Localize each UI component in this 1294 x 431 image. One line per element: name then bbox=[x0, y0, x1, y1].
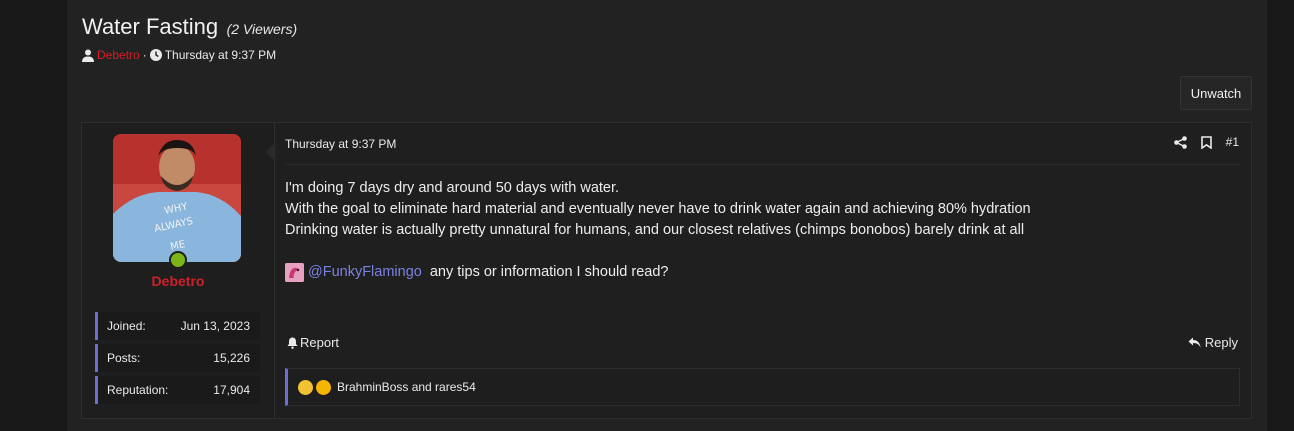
post-date-link[interactable]: Thursday at 9:37 PM bbox=[285, 137, 396, 151]
mention-line: @FunkyFlamingo any tips or information I… bbox=[285, 262, 1031, 283]
share-icon[interactable] bbox=[1173, 135, 1187, 149]
report-button[interactable]: Report bbox=[287, 335, 339, 350]
stat-label: Posts: bbox=[107, 351, 141, 365]
post-user-column: WHY ALWAYS ME Debetro Joined: Jun 13, 20… bbox=[82, 123, 275, 418]
reply-button[interactable]: Reply bbox=[1188, 335, 1238, 350]
reactions-users[interactable]: BrahminBoss and rares54 bbox=[337, 380, 476, 394]
reply-icon bbox=[1188, 337, 1201, 348]
header-divider bbox=[285, 164, 1240, 165]
laughing-emoji-icon bbox=[316, 379, 331, 395]
thinking-emoji-icon bbox=[298, 379, 313, 395]
mention-avatar[interactable] bbox=[285, 263, 304, 282]
message-arrow bbox=[266, 144, 274, 160]
stat-value: 17,904 bbox=[213, 383, 250, 397]
avatar[interactable]: WHY ALWAYS ME bbox=[113, 134, 241, 262]
user-stat-joined: Joined: Jun 13, 2023 bbox=[95, 312, 260, 340]
thread-meta: Debetro · Thursday at 9:37 PM bbox=[82, 48, 276, 62]
viewer-count: (2 Viewers) bbox=[226, 21, 298, 37]
thread-header: Water Fasting (2 Viewers) bbox=[82, 14, 297, 40]
stat-label: Reputation: bbox=[107, 383, 169, 397]
user-mention-link[interactable]: @FunkyFlamingo bbox=[308, 262, 422, 283]
bookmark-icon[interactable] bbox=[1200, 135, 1212, 149]
user-stat-posts: Posts: 15,226 bbox=[95, 344, 260, 372]
post-line: Drinking water is actually pretty unnatu… bbox=[285, 222, 1025, 238]
meta-separator: · bbox=[142, 48, 147, 62]
stat-value: Jun 13, 2023 bbox=[180, 319, 250, 333]
post-line: With the goal to eliminate hard material… bbox=[285, 201, 1031, 217]
post-body: I'm doing 7 days dry and around 50 days … bbox=[285, 178, 1031, 283]
online-status-indicator bbox=[169, 251, 187, 269]
bell-icon bbox=[287, 337, 298, 349]
post-number-link[interactable]: #1 bbox=[1226, 135, 1239, 149]
reply-label: Reply bbox=[1204, 335, 1238, 350]
thread-author-link[interactable]: Debetro bbox=[97, 48, 140, 62]
post-message: WHY ALWAYS ME Debetro Joined: Jun 13, 20… bbox=[81, 122, 1252, 419]
mention-text: any tips or information I should read? bbox=[425, 264, 669, 280]
reactions-bar[interactable]: BrahminBoss and rares54 bbox=[285, 368, 1240, 406]
clock-icon bbox=[149, 49, 162, 61]
post-username[interactable]: Debetro bbox=[82, 273, 274, 289]
user-stat-reputation: Reputation: 17,904 bbox=[95, 376, 260, 404]
user-icon bbox=[82, 49, 94, 62]
thread-date-link[interactable]: Thursday at 9:37 PM bbox=[165, 48, 276, 62]
report-label: Report bbox=[300, 335, 340, 350]
post-line: I'm doing 7 days dry and around 50 days … bbox=[285, 180, 620, 196]
post-actions: #1 bbox=[1173, 135, 1239, 149]
stat-value: 15,226 bbox=[213, 351, 250, 365]
unwatch-button[interactable]: Unwatch bbox=[1180, 76, 1252, 110]
stat-label: Joined: bbox=[107, 319, 146, 333]
thread-title: Water Fasting bbox=[82, 14, 219, 39]
